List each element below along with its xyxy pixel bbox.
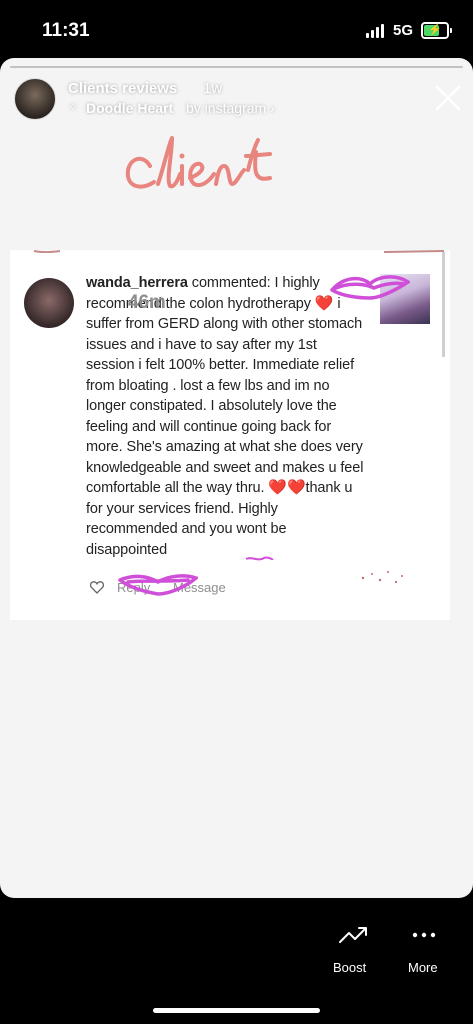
pink-speckles — [361, 571, 403, 584]
cropped-edge — [33, 250, 444, 253]
home-indicator[interactable] — [153, 1008, 320, 1013]
message-link: Message — [173, 580, 226, 595]
commenter-avatar — [24, 278, 74, 328]
sparkle-icon: ✧ — [68, 100, 79, 114]
comment-time: 46m — [128, 292, 166, 313]
trending-up-icon[interactable] — [338, 924, 368, 946]
comment-text-part-2: i suffer from GERD along with other stom… — [86, 295, 364, 497]
scrollbar — [442, 252, 445, 357]
profile-avatar[interactable] — [14, 78, 56, 120]
story-age: 1w — [203, 80, 223, 97]
close-icon[interactable] — [434, 84, 462, 112]
battery-icon: ⚡ — [421, 22, 452, 39]
reply-link: Reply — [117, 580, 151, 595]
sticker-attribution[interactable]: by instagram › — [186, 100, 275, 116]
heart-outline-icon — [90, 581, 104, 594]
post-thumbnail — [380, 274, 430, 324]
story-action-bar: Boost More — [0, 898, 473, 1024]
status-time: 11:31 — [42, 20, 90, 41]
story-title[interactable]: Clients reviews — [68, 80, 177, 97]
network-type: 5G — [393, 22, 414, 39]
more-icon[interactable] — [412, 932, 436, 938]
sticker-name[interactable]: Doodle Heart — [86, 100, 173, 116]
hearts-emoji: ❤️❤️ — [268, 479, 306, 496]
story-progress-bar — [10, 66, 463, 68]
comment-text: wanda_herrera commented: I highly recomm… — [86, 273, 368, 560]
story-card[interactable]: Clients reviews 1w ✧ Doodle Heart by ins… — [0, 58, 473, 898]
comment-screenshot: wanda_herrera commented: I highly recomm… — [10, 250, 450, 620]
comment-username: wanda_herrera — [86, 275, 188, 291]
more-button[interactable]: More — [408, 960, 438, 975]
signal-icon — [366, 24, 386, 38]
heart-emoji: ❤️ — [314, 294, 334, 312]
boost-button[interactable]: Boost — [333, 960, 366, 975]
status-bar: 11:31 5G ⚡ — [0, 0, 473, 58]
client-doodle — [125, 136, 272, 189]
